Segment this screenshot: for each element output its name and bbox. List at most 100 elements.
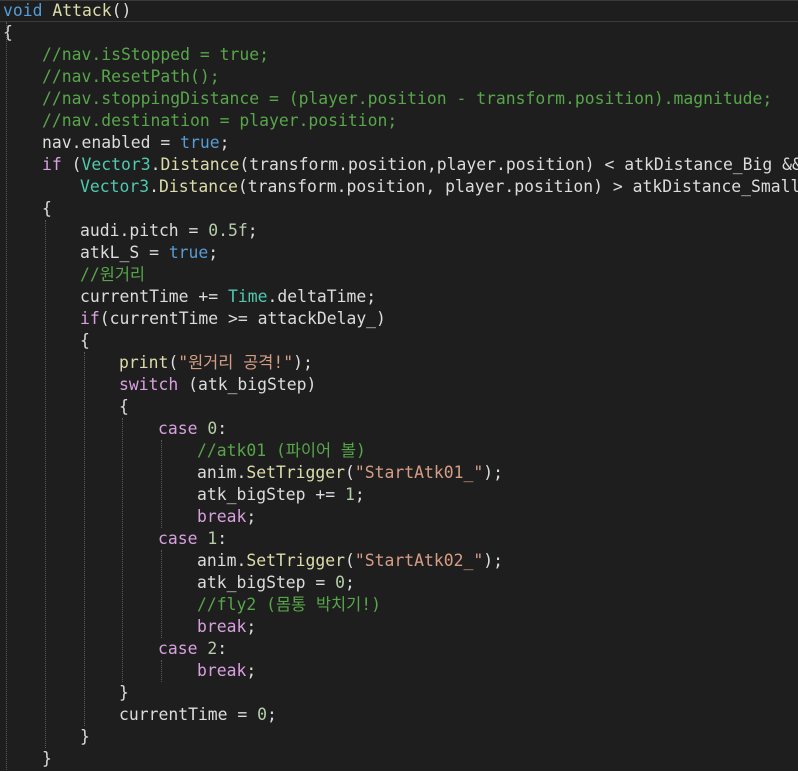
code-line-text: currentTime += Time.deltaTime; [80, 286, 376, 308]
code-token: case [158, 529, 198, 548]
code-token: //atk01 (파이어 볼) [197, 441, 366, 460]
code-line[interactable]: break; [0, 660, 798, 682]
code-line[interactable]: anim.SetTrigger("StartAtk02_"); [0, 550, 798, 572]
code-line[interactable]: break; [0, 506, 798, 528]
code-token: case [158, 639, 198, 658]
code-token: ; [267, 705, 277, 724]
code-line-text: case 2: [158, 638, 227, 660]
code-line-text: audi.pitch = 0.5f; [80, 220, 258, 242]
code-token: } [42, 749, 52, 768]
code-line[interactable]: } [0, 748, 798, 770]
code-line[interactable]: switch (atk_bigStep) [0, 374, 798, 396]
code-token: ; [219, 133, 230, 152]
code-token: true [168, 243, 209, 262]
code-line[interactable]: atkL_S = true; [0, 242, 798, 264]
code-line[interactable]: Vector3.Distance(transform.position, pla… [0, 176, 798, 198]
code-line[interactable]: anim.SetTrigger("StartAtk01_"); [0, 462, 798, 484]
code-line-text: break; [197, 660, 256, 682]
code-token: if [80, 309, 100, 328]
code-token: break [197, 617, 247, 636]
code-line[interactable]: { [0, 396, 798, 418]
code-line[interactable]: atk_bigStep += 1; [0, 484, 798, 506]
code-line-text: //nav.isStopped = true; [42, 44, 269, 66]
code-token: ); [483, 463, 503, 482]
code-line-text: atk_bigStep = 0; [197, 572, 355, 594]
code-token: .deltaTime; [267, 287, 377, 306]
code-token: "StartAtk01_" [354, 463, 484, 482]
code-line-text: nav.enabled = true; [42, 132, 230, 154]
code-token: Distance [158, 177, 238, 196]
code-line-text: atkL_S = true; [80, 242, 218, 264]
code-line[interactable]: if (Vector3.Distance(transform.position,… [0, 154, 798, 176]
code-line[interactable]: case 1: [0, 528, 798, 550]
code-line[interactable]: //nav.destination = player.position; [0, 110, 798, 132]
code-token: ; [246, 617, 257, 636]
code-token: atk_bigStep = [197, 573, 336, 592]
code-token: currentTime += [80, 287, 229, 306]
code-line[interactable]: //nav.ResetPath(); [0, 66, 798, 88]
code-token: break [197, 507, 247, 526]
code-token: { [3, 23, 13, 42]
code-token: 0 [207, 419, 218, 438]
code-token: ; [345, 573, 355, 592]
code-token: Attack [52, 1, 112, 20]
code-line[interactable]: //원거리 [0, 264, 798, 286]
code-line[interactable]: } [0, 682, 798, 704]
code-token: ); [293, 353, 313, 372]
code-line[interactable]: break; [0, 616, 798, 638]
code-token: ( [61, 155, 82, 174]
code-token: : [217, 419, 228, 438]
code-line-text: //fly2 (몸통 박치기!) [197, 594, 381, 616]
code-line[interactable]: //nav.stoppingDistance = (player.positio… [0, 88, 798, 110]
code-token: : [217, 529, 228, 548]
code-line-text: currentTime = 0; [119, 704, 277, 726]
code-token: 0 [335, 573, 346, 592]
code-line[interactable]: case 2: [0, 638, 798, 660]
code-line[interactable]: print("원거리 공격!"); [0, 352, 798, 374]
code-token: . [150, 155, 161, 174]
code-token: if [42, 155, 62, 174]
code-line[interactable]: audi.pitch = 0.5f; [0, 220, 798, 242]
code-token: { [80, 331, 90, 350]
code-token: (transform.position, player.position) > … [237, 177, 798, 196]
code-line[interactable]: //atk01 (파이어 볼) [0, 440, 798, 462]
code-line[interactable]: currentTime += Time.deltaTime; [0, 286, 798, 308]
code-editor[interactable]: void Attack(){//nav.isStopped = true;//n… [0, 0, 798, 771]
code-line[interactable]: //fly2 (몸통 박치기!) [0, 594, 798, 616]
code-token: { [119, 397, 129, 416]
code-line[interactable]: nav.enabled = true; [0, 132, 798, 154]
code-line-text: //nav.stoppingDistance = (player.positio… [42, 88, 772, 110]
code-token: true [180, 133, 220, 152]
code-line-text: //nav.destination = player.position; [42, 110, 397, 132]
code-line[interactable]: //nav.isStopped = true; [0, 44, 798, 66]
code-token: . [149, 177, 159, 196]
code-line[interactable]: { [0, 330, 798, 352]
code-line-text: break; [197, 616, 256, 638]
code-line[interactable]: case 0: [0, 418, 798, 440]
code-line[interactable]: { [0, 198, 798, 220]
code-token: Vector3 [81, 155, 151, 174]
code-line-text: } [80, 726, 90, 748]
code-line[interactable]: void Attack() [0, 0, 798, 22]
code-line-text: atk_bigStep += 1; [197, 484, 365, 506]
code-token: { [42, 199, 52, 218]
code-token: break [197, 661, 247, 680]
code-token: //nav.stoppingDistance = (player.positio… [42, 89, 773, 108]
code-line-text: anim.SetTrigger("StartAtk01_"); [197, 462, 503, 484]
code-line-text: { [42, 198, 52, 220]
code-token: ( [345, 463, 355, 482]
indent-guide [161, 660, 162, 682]
code-token: } [80, 727, 90, 746]
code-line-text: if(currentTime >= attackDelay_) [80, 308, 386, 330]
indent-guide [6, 22, 7, 770]
code-token: audi.pitch = [80, 221, 209, 240]
code-line-text: if (Vector3.Distance(transform.position,… [42, 154, 798, 176]
code-line[interactable]: currentTime = 0; [0, 704, 798, 726]
code-line[interactable]: } [0, 726, 798, 748]
code-line[interactable]: { [0, 22, 798, 44]
code-token: "StartAtk02_" [354, 551, 484, 570]
code-line-text: anim.SetTrigger("StartAtk02_"); [197, 550, 503, 572]
code-line[interactable]: if(currentTime >= attackDelay_) [0, 308, 798, 330]
code-line[interactable]: atk_bigStep = 0; [0, 572, 798, 594]
